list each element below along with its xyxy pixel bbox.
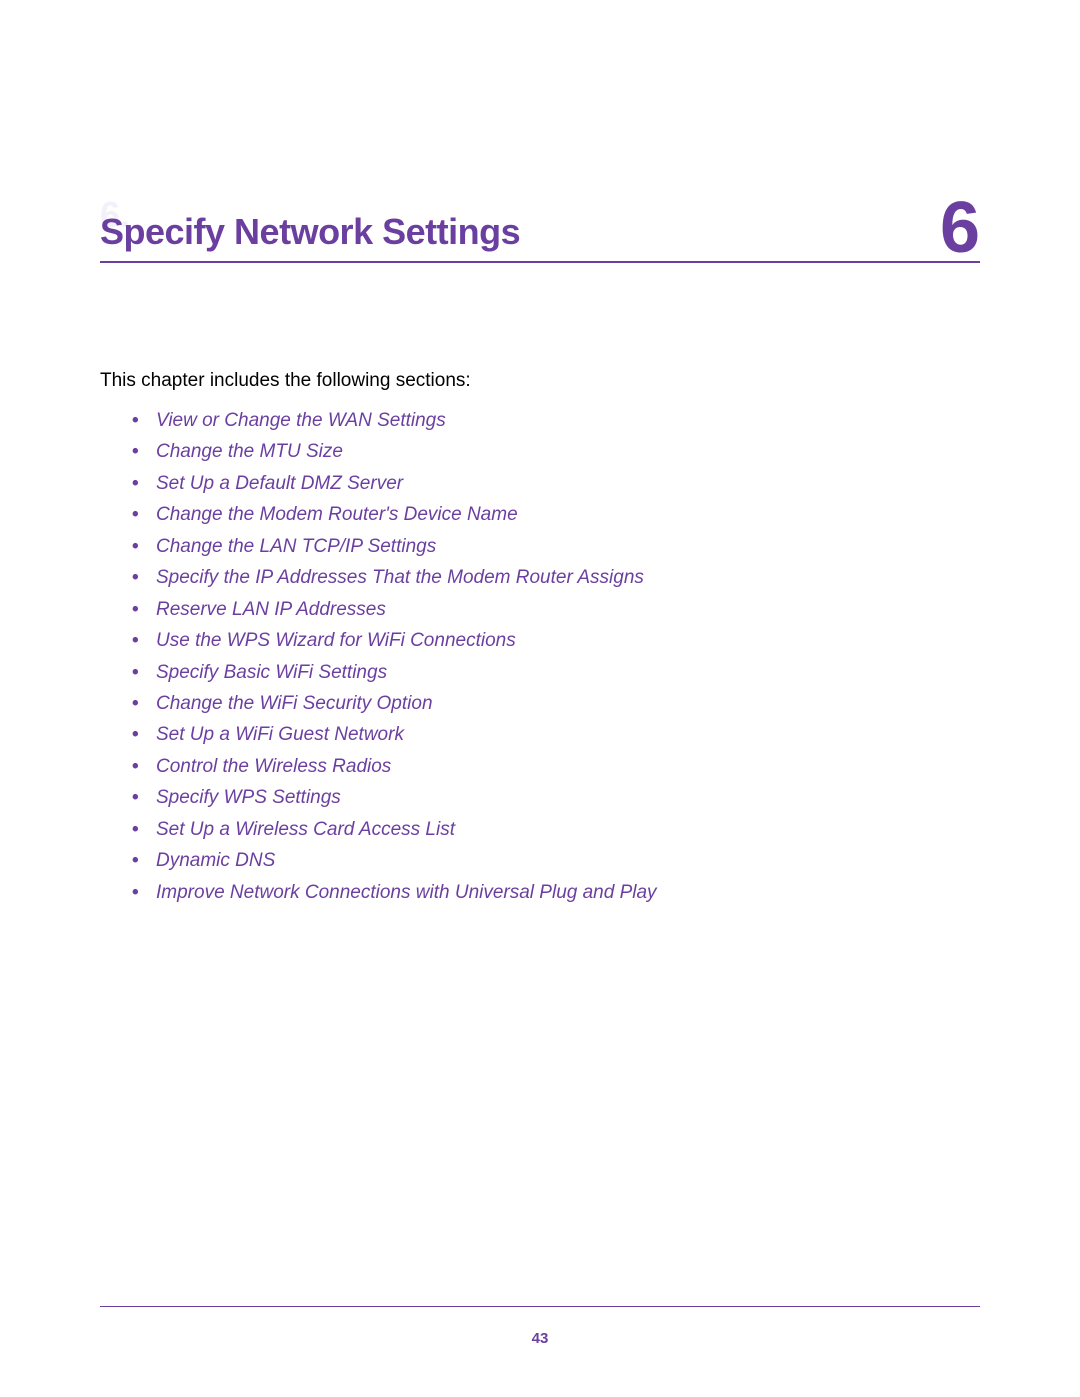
intro-text: This chapter includes the following sect… bbox=[100, 370, 980, 392]
section-link[interactable]: Specify the IP Addresses That the Modem … bbox=[156, 563, 980, 592]
section-link[interactable]: Set Up a Wireless Card Access List bbox=[156, 815, 980, 844]
footer-rule bbox=[100, 1306, 980, 1307]
section-link[interactable]: Change the Modem Router's Device Name bbox=[156, 500, 980, 529]
page-number: 43 bbox=[0, 1330, 1080, 1347]
body-area: This chapter includes the following sect… bbox=[100, 370, 980, 909]
section-link[interactable]: View or Change the WAN Settings bbox=[156, 406, 980, 435]
section-link[interactable]: Specify Basic WiFi Settings bbox=[156, 658, 980, 687]
section-link[interactable]: Specify WPS Settings bbox=[156, 783, 980, 812]
section-link[interactable]: Change the LAN TCP/IP Settings bbox=[156, 532, 980, 561]
section-link[interactable]: Improve Network Connections with Univers… bbox=[156, 878, 980, 907]
document-page: 6. Specify Network Settings 6 This chapt… bbox=[0, 0, 1080, 1397]
chapter-title: Specify Network Settings bbox=[100, 211, 520, 253]
section-link[interactable]: Reserve LAN IP Addresses bbox=[156, 595, 980, 624]
chapter-number: 6 bbox=[940, 200, 980, 258]
section-link[interactable]: Control the Wireless Radios bbox=[156, 752, 980, 781]
section-link[interactable]: Use the WPS Wizard for WiFi Connections bbox=[156, 626, 980, 655]
section-link[interactable]: Set Up a WiFi Guest Network bbox=[156, 720, 980, 749]
section-list: View or Change the WAN Settings Change t… bbox=[100, 406, 980, 907]
chapter-header: Specify Network Settings 6 bbox=[100, 192, 980, 263]
section-link[interactable]: Change the WiFi Security Option bbox=[156, 689, 980, 718]
section-link[interactable]: Change the MTU Size bbox=[156, 437, 980, 466]
section-link[interactable]: Set Up a Default DMZ Server bbox=[156, 469, 980, 498]
section-link[interactable]: Dynamic DNS bbox=[156, 846, 980, 875]
